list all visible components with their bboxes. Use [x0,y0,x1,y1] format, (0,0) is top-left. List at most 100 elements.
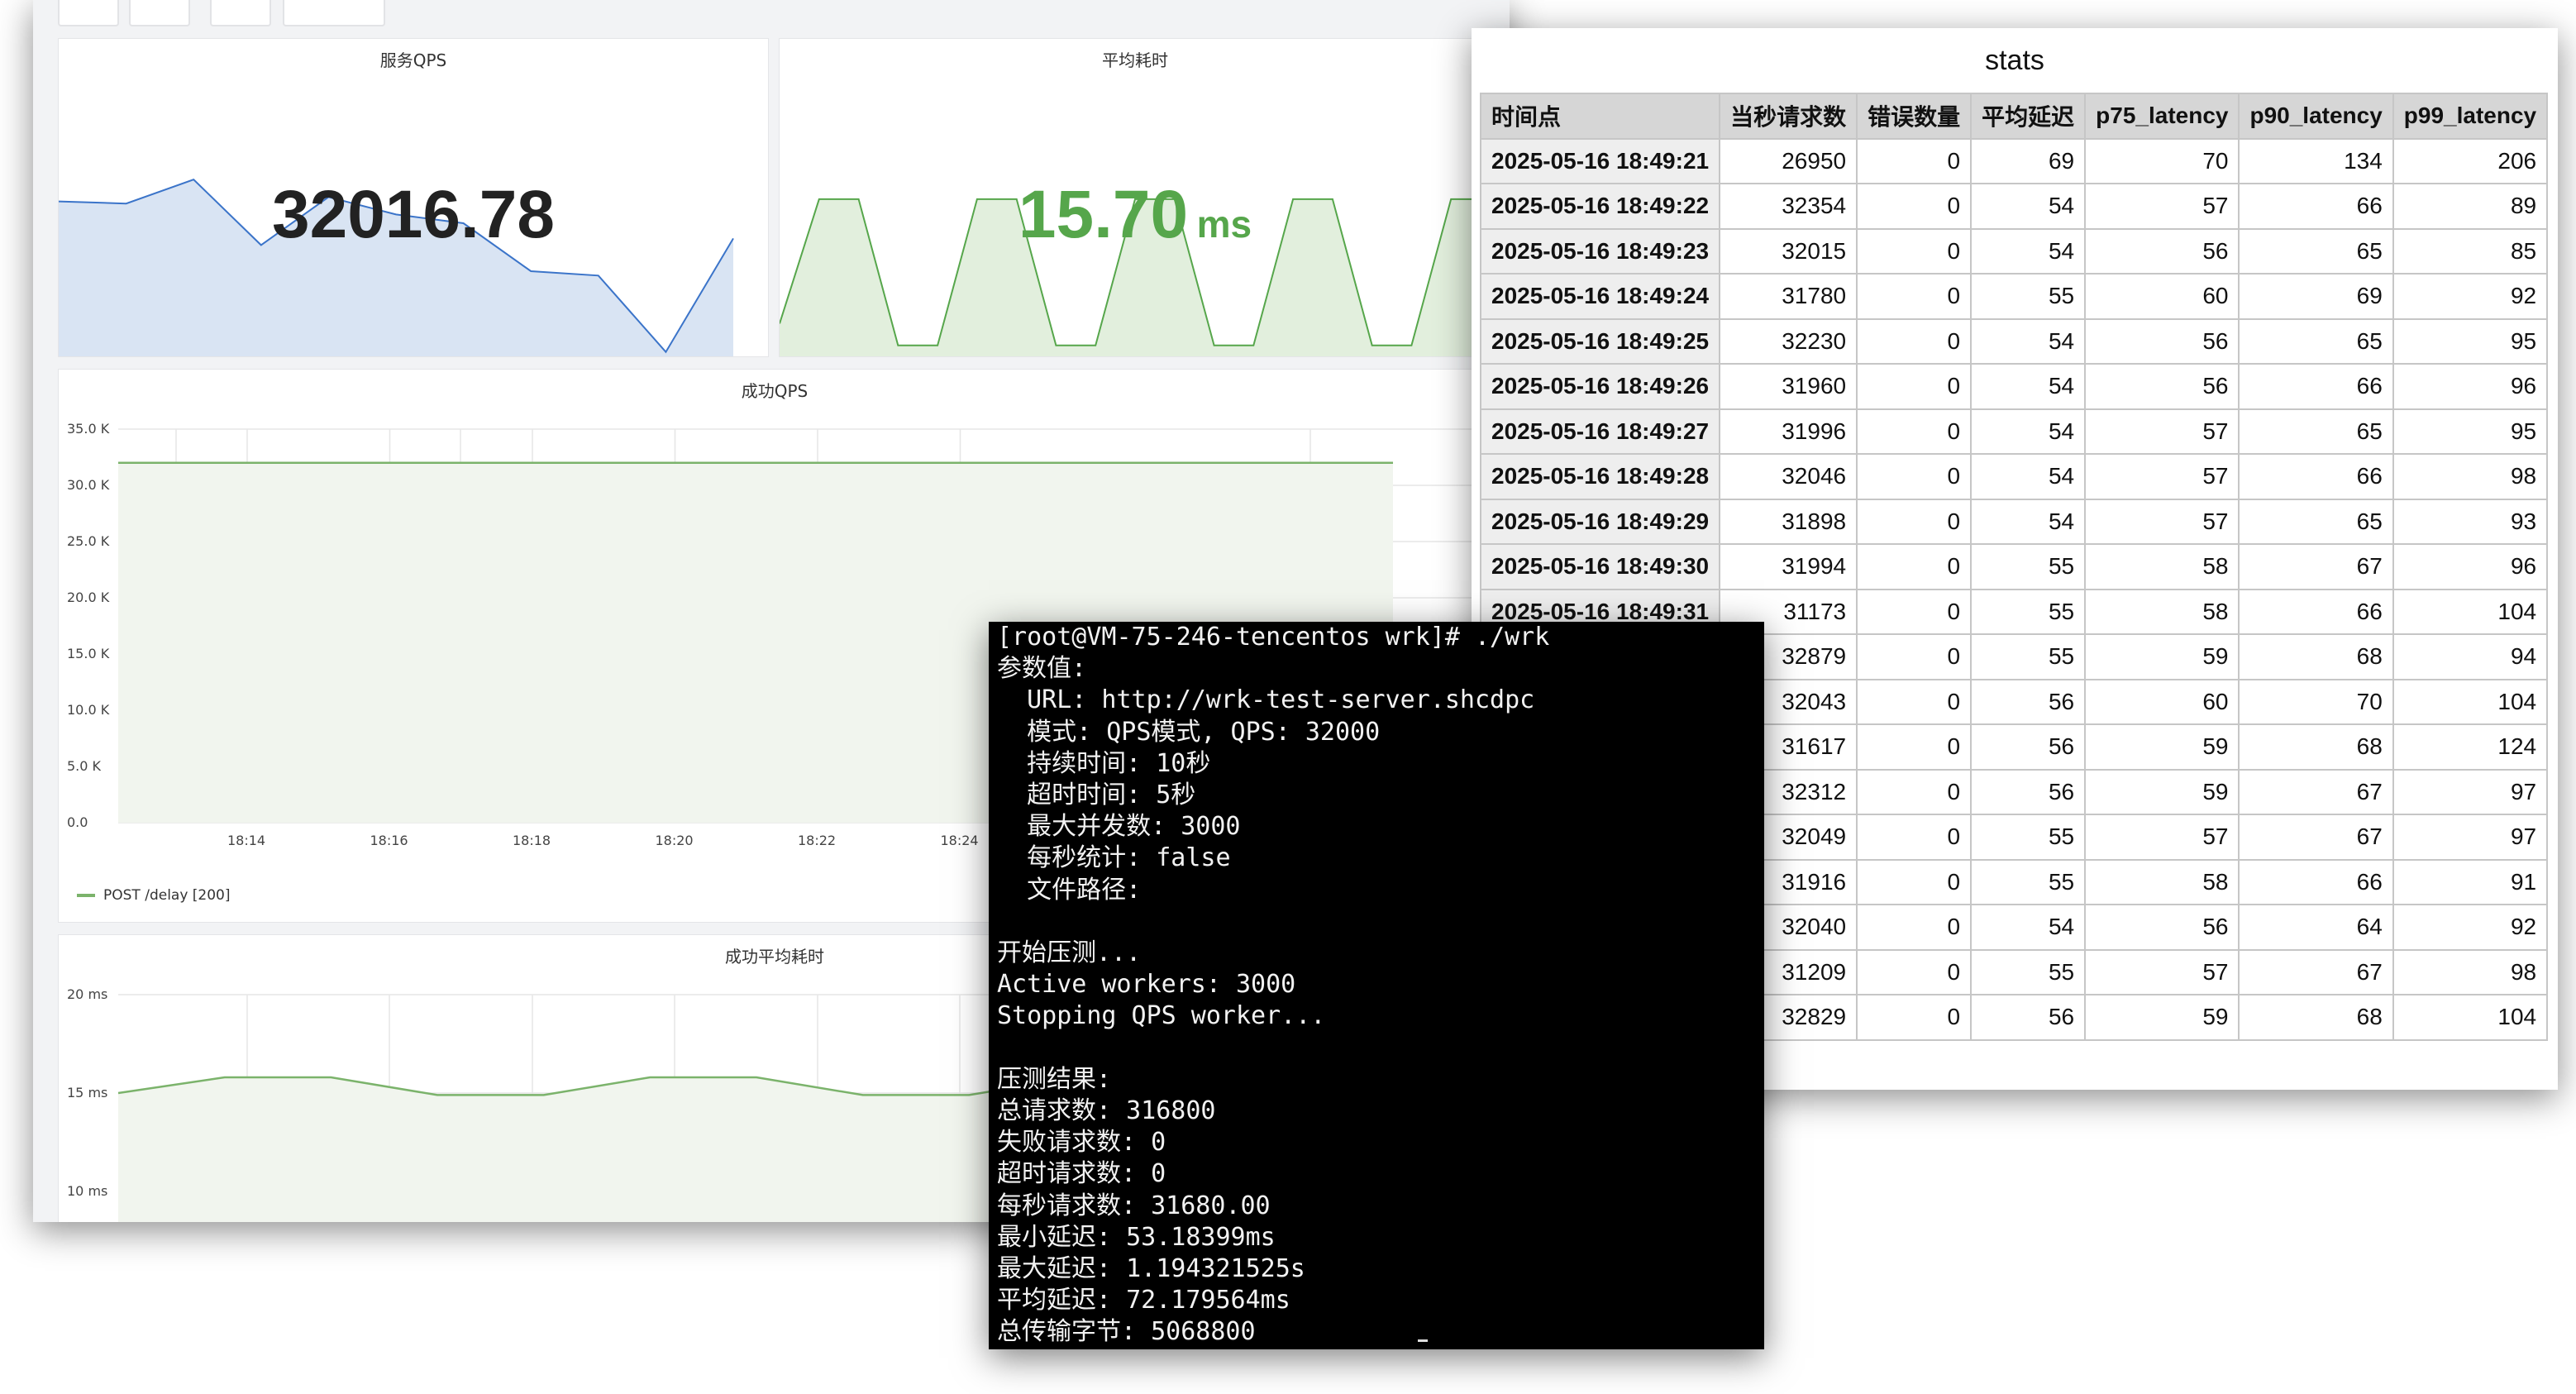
table-cell: 54 [1970,363,2087,410]
table-cell: 89 [2392,183,2549,230]
terminal-line: 持续时间: 10秒 [997,748,1211,778]
table-cell: 32230 [1719,317,1858,365]
toolbar-button-3[interactable] [210,0,271,26]
table-cell: 68 [2238,633,2394,680]
service-qps-panel[interactable]: 服务QPS 32016.78 [58,38,769,357]
table-cell: 55 [1970,858,2087,905]
table-cell: 31996 [1719,408,1858,455]
terminal-line: 每秒统计: false [997,843,1231,873]
table-cell: 54 [1970,453,2087,500]
service-qps-value: 32016.78 [271,177,555,252]
table-cell: 31960 [1719,363,1858,410]
time-cell: 2025-05-16 18:49:23 [1479,227,1721,275]
table-cell: 0 [1856,678,1973,725]
table-cell: 0 [1856,317,1973,365]
table-cell: 104 [2392,678,2549,725]
avg-latency-value: 15.70 [1018,177,1189,252]
table-cell: 0 [1856,858,1973,905]
table-cell: 0 [1856,904,1973,951]
table-cell: 92 [2392,904,2549,951]
table-cell: 94 [2392,633,2549,680]
table-cell: 54 [1970,408,2087,455]
time-range-picker[interactable] [283,0,385,26]
table-cell: 124 [2392,723,2549,771]
avg-latency-unit: ms [1196,203,1252,246]
column-header[interactable]: p99_latency [2392,93,2549,140]
toolbar-button-1[interactable] [58,0,119,26]
table-cell: 32354 [1719,183,1858,230]
table-cell: 60 [2084,273,2240,320]
toolbar-button-2[interactable] [129,0,190,26]
table-row: 2025-05-16 18:49:30 31994 0 55 58 67 96 [1479,543,2549,590]
table-cell: 97 [2392,768,2549,815]
terminal-window[interactable]: [root@VM-75-246-tencentos wrk]# ./wrk 参数值… [989,622,1764,1349]
column-header[interactable]: 时间点 [1479,93,1721,140]
table-cell: 59 [2084,723,2240,771]
table-cell: 70 [2084,137,2240,184]
table-row: 2025-05-16 18:49:24 31780 0 55 60 69 92 [1479,273,2549,320]
table-cell: 65 [2238,498,2394,545]
table-cell: 57 [2084,814,2240,861]
time-cell: 2025-05-16 18:49:30 [1479,543,1721,590]
table-cell: 31898 [1719,498,1858,545]
terminal-line: 超时请求数: 0 [997,1159,1166,1189]
table-cell: 0 [1856,633,1973,680]
terminal-line: Active workers: 3000 [997,970,1296,1000]
table-cell: 91 [2392,858,2549,905]
column-header[interactable]: p90_latency [2238,93,2394,140]
terminal-line: 总传输字节: 5068800 [997,1317,1256,1347]
table-row: 2025-05-16 18:49:28 32046 0 54 57 66 98 [1479,453,2549,500]
table-cell: 98 [2392,948,2549,995]
table-cell: 57 [2084,408,2240,455]
table-row: 2025-05-16 18:49:29 31898 0 54 57 65 93 [1479,498,2549,545]
table-cell: 32015 [1719,227,1858,275]
table-cell: 68 [2238,723,2394,771]
table-cell: 56 [1970,678,2087,725]
time-cell: 2025-05-16 18:49:22 [1479,183,1721,230]
column-header[interactable]: p75_latency [2084,93,2240,140]
column-header[interactable]: 平均延迟 [1970,93,2087,140]
column-header[interactable]: 错误数量 [1856,93,1973,140]
table-cell: 67 [2238,543,2394,590]
table-cell: 56 [2084,904,2240,951]
table-cell: 56 [1970,994,2087,1041]
legend-swatch [77,894,95,897]
table-cell: 70 [2238,678,2394,725]
table-cell: 66 [2238,363,2394,410]
table-row: 2025-05-16 18:49:26 31960 0 54 56 66 96 [1479,363,2549,410]
time-cell: 2025-05-16 18:49:21 [1479,137,1721,184]
table-cell: 54 [1970,183,2087,230]
table-cell: 32046 [1719,453,1858,500]
terminal-line: 开始压测... [997,938,1142,968]
table-cell: 0 [1856,814,1973,861]
time-cell: 2025-05-16 18:49:29 [1479,498,1721,545]
table-cell: 58 [2084,543,2240,590]
legend-label: POST /delay [200] [103,887,231,904]
table-row: 2025-05-16 18:49:23 32015 0 54 56 65 85 [1479,227,2549,275]
table-cell: 134 [2238,137,2394,184]
table-cell: 206 [2392,137,2549,184]
table-cell: 59 [2084,768,2240,815]
table-cell: 96 [2392,543,2549,590]
table-cell: 56 [1970,723,2087,771]
table-cell: 67 [2238,948,2394,995]
time-cell: 2025-05-16 18:49:27 [1479,408,1721,455]
avg-latency-panel[interactable]: 平均耗时 15.70 ms [779,38,1491,357]
table-cell: 0 [1856,543,1973,590]
table-cell: 93 [2392,498,2549,545]
terminal-line: 压测结果: [997,1064,1112,1094]
terminal-line: 每秒请求数: 31680.00 [997,1191,1271,1220]
legend[interactable]: POST /delay [200] [77,887,231,904]
table-cell: 0 [1856,994,1973,1041]
table-row: 2025-05-16 18:49:27 31996 0 54 57 65 95 [1479,408,2549,455]
column-header[interactable]: 当秒请求数 [1719,93,1858,140]
table-cell: 0 [1856,723,1973,771]
table-cell: 56 [2084,317,2240,365]
table-row: 2025-05-16 18:49:21 26950 0 69 70 134 206 [1479,137,2549,184]
table-cell: 67 [2238,814,2394,861]
table-row: 2025-05-16 18:49:22 32354 0 54 57 66 89 [1479,183,2549,230]
table-cell: 58 [2084,588,2240,635]
table-cell: 66 [2238,858,2394,905]
terminal-line: 最大延迟: 1.194321525s [997,1254,1305,1284]
